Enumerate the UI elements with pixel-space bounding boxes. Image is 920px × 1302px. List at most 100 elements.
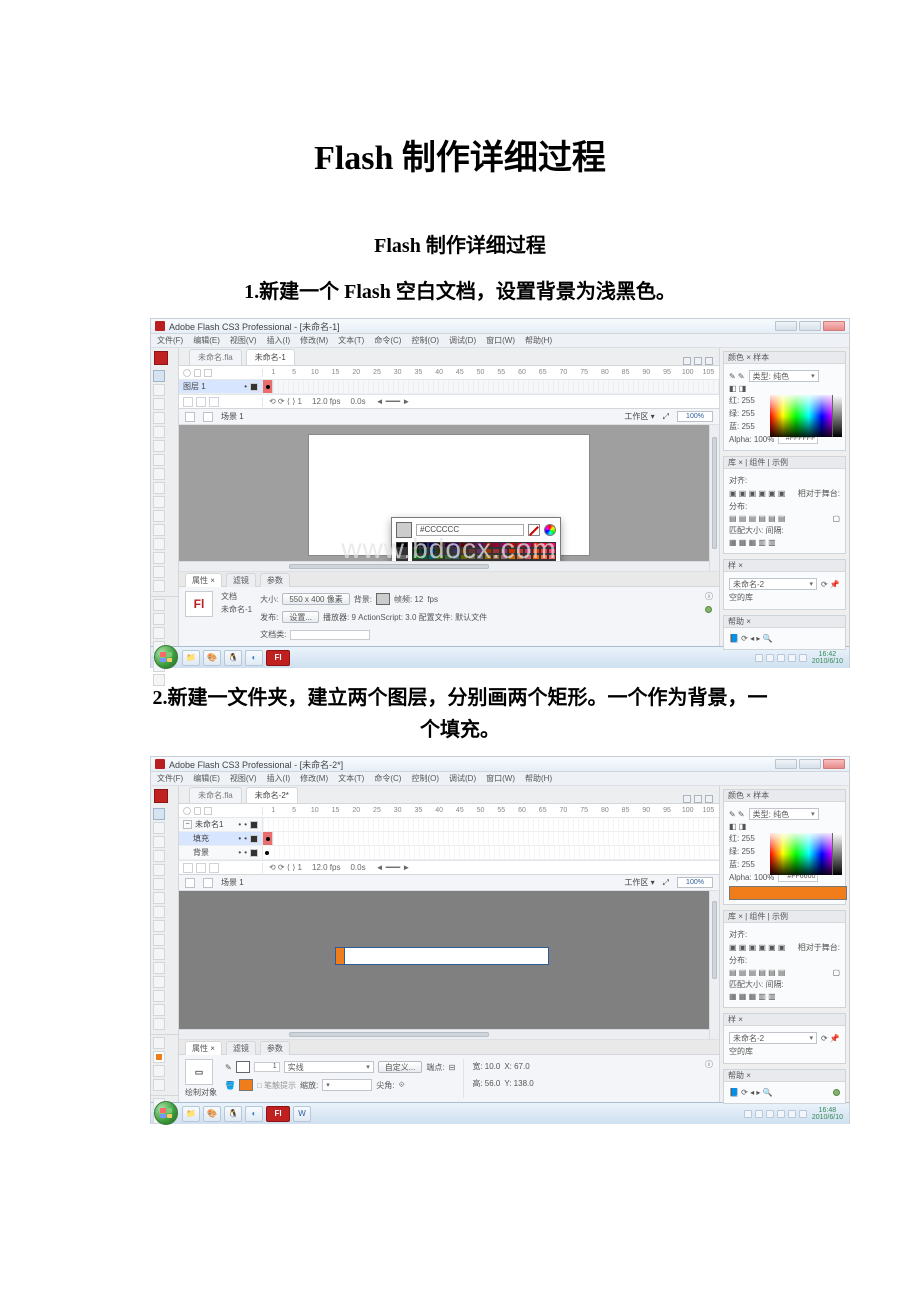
tray-icon[interactable]: [799, 654, 807, 662]
menu-help[interactable]: 帮助(H): [525, 773, 552, 784]
custom-stroke-button[interactable]: 自定义...: [378, 1061, 423, 1073]
tray-icon[interactable]: [777, 654, 785, 662]
tab-filters[interactable]: 滤镜: [226, 1041, 256, 1055]
taskbar-word-icon[interactable]: W: [293, 1106, 311, 1122]
props-help-icon[interactable]: ⓘ: [705, 591, 713, 602]
taskbar-browser-icon[interactable]: ◐: [245, 650, 263, 666]
hand-tool[interactable]: [153, 566, 165, 578]
fill-rect-shape[interactable]: [335, 947, 345, 965]
selection-tool[interactable]: [153, 370, 165, 382]
fill-color-icon[interactable]: [153, 613, 165, 625]
rectangle-tool[interactable]: [153, 468, 165, 480]
eraser-tool[interactable]: [153, 552, 165, 564]
swap-colors-icon[interactable]: [153, 1065, 165, 1077]
color-panel-tab[interactable]: 颜色 × 样本: [728, 352, 769, 363]
doc-close-icon[interactable]: [705, 795, 713, 803]
tab-file-a[interactable]: 未命名.fla: [189, 787, 242, 803]
doc-restore-icon[interactable]: [694, 795, 702, 803]
stroke-color-icon[interactable]: [153, 1037, 165, 1049]
back-icon[interactable]: [185, 878, 195, 888]
menu-insert[interactable]: 插入(I): [267, 335, 291, 346]
eyedropper-tool[interactable]: [153, 538, 165, 550]
menu-commands[interactable]: 命令(C): [374, 773, 401, 784]
no-color-icon[interactable]: [528, 524, 540, 536]
docclass-input[interactable]: [290, 630, 370, 640]
help-panel-tab[interactable]: 帮助 ×: [728, 1070, 751, 1081]
tray-icon[interactable]: [755, 654, 763, 662]
menu-debug[interactable]: 调试(D): [449, 773, 476, 784]
visibility-icon[interactable]: [183, 807, 191, 815]
zoom-tool[interactable]: [153, 580, 165, 592]
free-transform-tool[interactable]: [153, 836, 165, 848]
menu-modify[interactable]: 修改(M): [300, 335, 328, 346]
eraser-tool[interactable]: [153, 990, 165, 1002]
color-wheel-icon[interactable]: [544, 524, 556, 536]
lasso-tool[interactable]: [153, 850, 165, 862]
library-doc-select[interactable]: 未命名-2: [729, 578, 817, 590]
hand-tool[interactable]: [153, 1004, 165, 1016]
size-button[interactable]: 550 x 400 像素: [282, 593, 349, 605]
tray-icon[interactable]: [766, 654, 774, 662]
subselection-tool[interactable]: [153, 384, 165, 396]
maximize-button[interactable]: [799, 759, 821, 769]
lasso-tool[interactable]: [153, 412, 165, 424]
menu-edit[interactable]: 编辑(E): [193, 773, 220, 784]
fill-color-swatch[interactable]: [153, 1051, 165, 1063]
lock-icon[interactable]: [194, 369, 201, 377]
start-button[interactable]: [154, 1101, 178, 1125]
new-folder-icon[interactable]: [196, 397, 206, 407]
tab-parameters[interactable]: 参数: [260, 573, 290, 587]
taskbar-qq-icon[interactable]: 🐧: [224, 650, 242, 666]
vertical-scrollbar[interactable]: [709, 891, 719, 1039]
bg-swatch[interactable]: [376, 593, 390, 605]
taskbar-explorer-icon[interactable]: 📁: [182, 650, 200, 666]
taskbar-qq-icon[interactable]: 🐧: [224, 1106, 242, 1122]
tray-icon[interactable]: [788, 654, 796, 662]
line-tool[interactable]: [153, 454, 165, 466]
close-button[interactable]: [823, 321, 845, 331]
taskbar-flash-button[interactable]: Fl: [266, 1106, 290, 1122]
inkbottle-tool[interactable]: [153, 948, 165, 960]
zoom-input[interactable]: 100%: [677, 411, 713, 422]
paintbucket-tool[interactable]: [153, 962, 165, 974]
paintbucket-tool[interactable]: [153, 524, 165, 536]
tray-icon[interactable]: [799, 1110, 807, 1118]
props-live-icon[interactable]: [705, 606, 712, 613]
menu-window[interactable]: 窗口(W): [486, 773, 515, 784]
clock[interactable]: 16:422010/6/10: [812, 651, 843, 665]
layer-folder[interactable]: −未命名1 ••: [179, 818, 263, 831]
taskbar-explorer-icon[interactable]: 📁: [182, 1106, 200, 1122]
brush-tool[interactable]: [153, 934, 165, 946]
start-button[interactable]: [154, 645, 178, 669]
zoom-input[interactable]: 100%: [677, 877, 713, 888]
menu-view[interactable]: 视图(V): [230, 335, 257, 346]
menu-text[interactable]: 文本(T): [338, 335, 364, 346]
taskbar-paint-icon[interactable]: 🎨: [203, 1106, 221, 1122]
props-help-icon[interactable]: ⓘ: [705, 1059, 713, 1070]
delete-layer-icon[interactable]: [209, 863, 219, 873]
new-layer-icon[interactable]: [183, 397, 193, 407]
inkbottle-tool[interactable]: [153, 510, 165, 522]
bg-rect-shape[interactable]: [335, 947, 549, 965]
keyframe-1[interactable]: [263, 380, 273, 393]
scene-icon[interactable]: [203, 412, 213, 422]
workspace-dropdown[interactable]: 工作区 ▾: [624, 877, 654, 888]
layer-1[interactable]: 图层 1 •: [179, 380, 263, 393]
stroke-swatch[interactable]: [236, 1061, 250, 1073]
delete-layer-icon[interactable]: [209, 397, 219, 407]
align-panel-tab[interactable]: 库 × | 组件 | 示例: [728, 911, 788, 922]
rectangle-tool[interactable]: [153, 906, 165, 918]
menu-help[interactable]: 帮助(H): [525, 335, 552, 346]
line-tool[interactable]: [153, 892, 165, 904]
library-panel-tab[interactable]: 样 ×: [728, 560, 743, 571]
tab-filters[interactable]: 滤镜: [226, 573, 256, 587]
help-refresh-icon[interactable]: [833, 1089, 840, 1096]
library-panel-tab[interactable]: 样 ×: [728, 1014, 743, 1025]
tray-icon[interactable]: [788, 1110, 796, 1118]
menu-control[interactable]: 控制(O): [411, 773, 439, 784]
text-tool[interactable]: [153, 440, 165, 452]
eyedropper-tool[interactable]: [153, 976, 165, 988]
align-panel-tab[interactable]: 库 × | 组件 | 示例: [728, 457, 788, 468]
hex-input[interactable]: #CCCCCC: [416, 524, 524, 536]
scale-select[interactable]: [322, 1079, 372, 1091]
